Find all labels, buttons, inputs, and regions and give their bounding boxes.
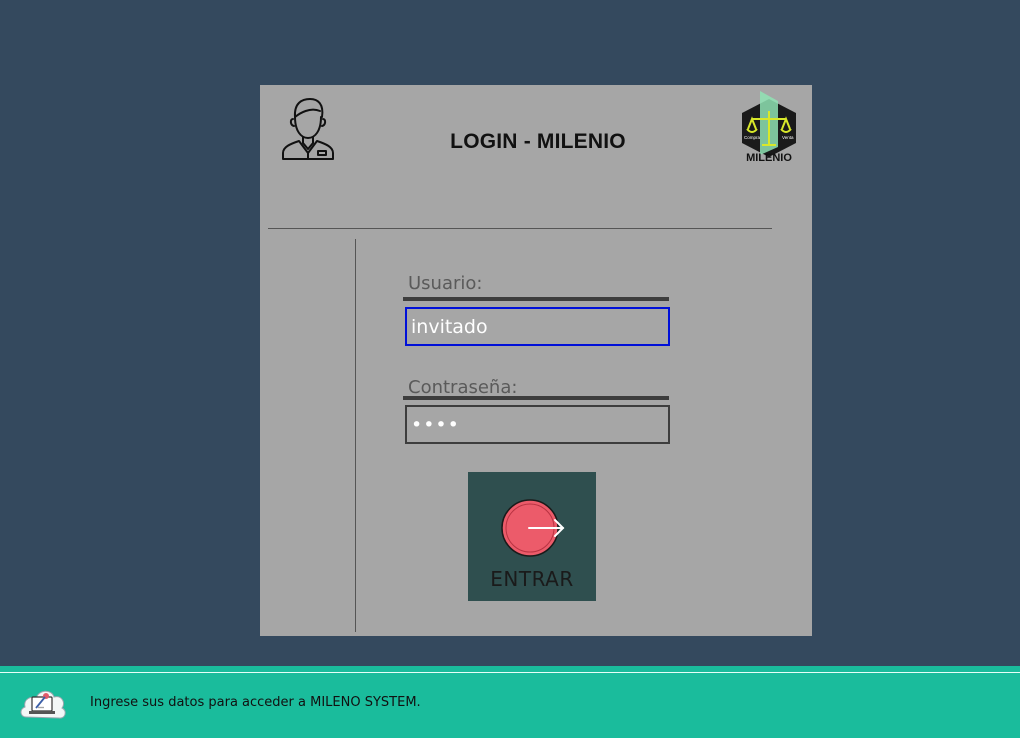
username-field[interactable] (405, 307, 670, 346)
status-message: Ingrese sus datos para acceder a MILENO … (90, 695, 421, 710)
svg-text:***: *** (38, 706, 44, 711)
status-bar: *** Ingrese sus datos para acceder a MIL… (0, 666, 1020, 738)
side-divider (355, 239, 356, 632)
username-bar (403, 297, 669, 301)
password-field[interactable] (405, 405, 670, 444)
cloud-laptop-icon: *** (20, 690, 66, 719)
login-panel: LOGIN - MILENIO Compra Venta MILENIO Usu… (260, 85, 812, 636)
page-title: LOGIN - MILENIO (450, 130, 626, 153)
username-label: Usuario: (408, 273, 483, 294)
logout-arrow-icon (501, 499, 565, 557)
enter-button[interactable]: ENTRAR (468, 472, 596, 601)
brand-tag-venta: Venta (782, 135, 794, 140)
user-avatar-icon (282, 98, 334, 160)
brand-name: MILENIO (746, 152, 792, 164)
brand-tag-compra: Compra (744, 135, 761, 140)
header-divider (268, 228, 772, 229)
password-bar (403, 396, 669, 400)
password-label: Contraseña: (408, 377, 518, 398)
status-divider (0, 672, 1020, 673)
enter-button-label: ENTRAR (490, 567, 574, 591)
